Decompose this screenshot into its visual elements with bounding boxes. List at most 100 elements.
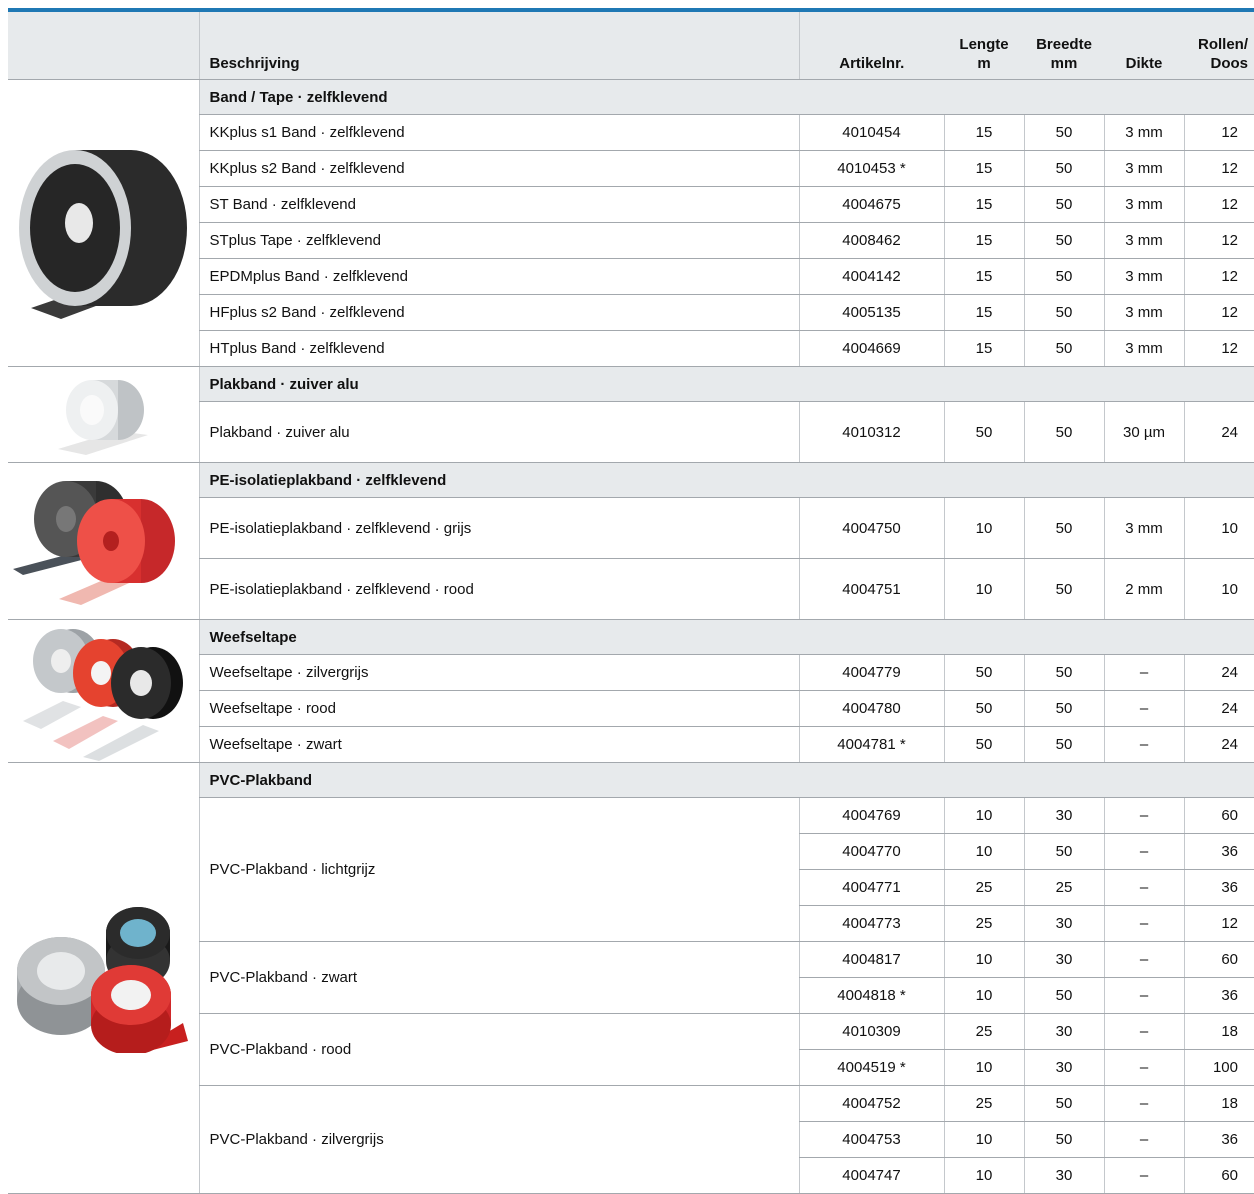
dikte-cell: – [1103,726,1184,763]
product-image [8,619,199,763]
lengte-cell: 25 [943,1013,1024,1050]
breedte-cell: 50 [1023,186,1104,223]
breedte-cell: 50 [1023,401,1104,463]
rollen-cell: 36 [1183,1121,1254,1158]
header-breedte: Breedte mm [1024,12,1104,80]
lengte-cell: 50 [943,726,1024,763]
breedte-cell: 50 [1023,258,1104,295]
rollen-cell: 18 [1183,1013,1254,1050]
artikelnr-cell: 4004752 [798,1085,944,1122]
dikte-cell: 30 µm [1103,401,1184,463]
rollen-cell: 12 [1183,222,1254,259]
rollen-cell: 10 [1183,558,1254,620]
breedte-cell: 50 [1023,330,1104,367]
aluminium-tape-roll-icon [58,379,149,455]
artikelnr-cell: 4004773 [798,905,944,942]
header-row: Beschrijving Artikelnr. Lengte m Breedte m… [8,12,1254,80]
category-label: Band / Tape · zelfklevend [198,79,799,115]
rollen-cell: 36 [1183,833,1254,870]
rollen-cell: 60 [1183,1157,1254,1194]
breedte-cell: 50 [1023,294,1104,331]
lengte-cell: 10 [943,1121,1024,1158]
header-image-col [8,12,199,80]
breedte-cell: 50 [1023,1121,1104,1158]
rollen-cell: 12 [1183,258,1254,295]
artikelnr-cell: 4004780 [798,690,944,727]
dikte-cell: – [1103,1157,1184,1194]
breedte-cell: 25 [1023,869,1104,906]
lengte-cell: 10 [943,977,1024,1014]
product-image [8,366,199,463]
description-cell: KKplus s2 Band · zelfklevend [198,150,799,187]
dikte-cell: – [1103,833,1184,870]
artikelnr-cell: 4004770 [798,833,944,870]
dikte-cell: 3 mm [1103,186,1184,223]
artikelnr-cell: 4005135 [798,294,944,331]
rollen-cell: 36 [1183,869,1254,906]
breedte-cell: 50 [1023,222,1104,259]
artikelnr-cell: 4010454 [798,114,944,151]
description-cell: PE-isolatieplakband · zelfklevend · rood [198,558,799,620]
breedte-cell: 50 [1023,833,1104,870]
rollen-cell: 18 [1183,1085,1254,1122]
lengte-cell: 25 [943,1085,1024,1122]
description-cell: KKplus s1 Band · zelfklevend [198,114,799,151]
artikelnr-cell: 4004753 [798,1121,944,1158]
category-filler [799,462,1254,498]
description-cell: EPDMplus Band · zelfklevend [198,258,799,295]
category-label: Weefseltape [198,619,799,655]
artikelnr-cell: 4004779 [798,654,944,691]
lengte-cell: 15 [943,114,1024,151]
dikte-cell: 3 mm [1103,294,1184,331]
rollen-cell: 24 [1183,401,1254,463]
description-cell: PVC-Plakband · lichtgrijz [198,797,799,942]
dikte-cell: – [1103,977,1184,1014]
dikte-cell: – [1103,797,1184,834]
dikte-cell: 2 mm [1103,558,1184,620]
rollen-cell: 60 [1183,797,1254,834]
artikelnr-cell: 4004747 [798,1157,944,1194]
header-beschrijving: Beschrijving [198,12,799,80]
category-label: PVC-Plakband [198,762,799,798]
lengte-cell: 15 [943,150,1024,187]
lengte-cell: 15 [943,258,1024,295]
breedte-cell: 50 [1023,977,1104,1014]
breedte-cell: 50 [1023,114,1104,151]
product-image [8,462,199,620]
artikelnr-cell: 4004142 [798,258,944,295]
breedte-cell: 50 [1023,497,1104,559]
breedte-cell: 30 [1023,1049,1104,1086]
pe-insulation-tape-rolls-icon [12,481,175,605]
category-filler [799,619,1254,655]
category-filler [799,762,1254,798]
description-cell: HFplus s2 Band · zelfklevend [198,294,799,331]
header-dikte: Dikte [1104,12,1184,80]
breedte-cell: 50 [1023,654,1104,691]
artikelnr-cell: 4004771 [798,869,944,906]
lengte-cell: 10 [943,941,1024,978]
dikte-cell: 3 mm [1103,222,1184,259]
description-cell: HTplus Band · zelfklevend [198,330,799,367]
dikte-cell: – [1103,1049,1184,1086]
description-cell: PVC-Plakband · zwart [198,941,799,1014]
lengte-cell: 50 [943,690,1024,727]
fabric-tape-rolls-icon [23,629,184,761]
dikte-cell: – [1103,869,1184,906]
artikelnr-cell: 4004818 * [798,977,944,1014]
rollen-cell: 36 [1183,977,1254,1014]
lengte-cell: 10 [943,797,1024,834]
description-cell: Plakband · zuiver alu [198,401,799,463]
artikelnr-cell: 4010453 * [798,150,944,187]
lengte-cell: 10 [943,1049,1024,1086]
description-cell: Weefseltape · rood [198,690,799,727]
black-foam-tape-roll-icon [19,150,188,319]
lengte-cell: 15 [943,294,1024,331]
rollen-cell: 12 [1183,905,1254,942]
lengte-cell: 10 [943,558,1024,620]
dikte-cell: 3 mm [1103,150,1184,187]
artikelnr-cell: 4004519 * [798,1049,944,1086]
artikelnr-cell: 4004817 [798,941,944,978]
description-cell: ST Band · zelfklevend [198,186,799,223]
header-rollen: Rollen/Doos [1184,12,1254,80]
lengte-cell: 10 [943,1157,1024,1194]
